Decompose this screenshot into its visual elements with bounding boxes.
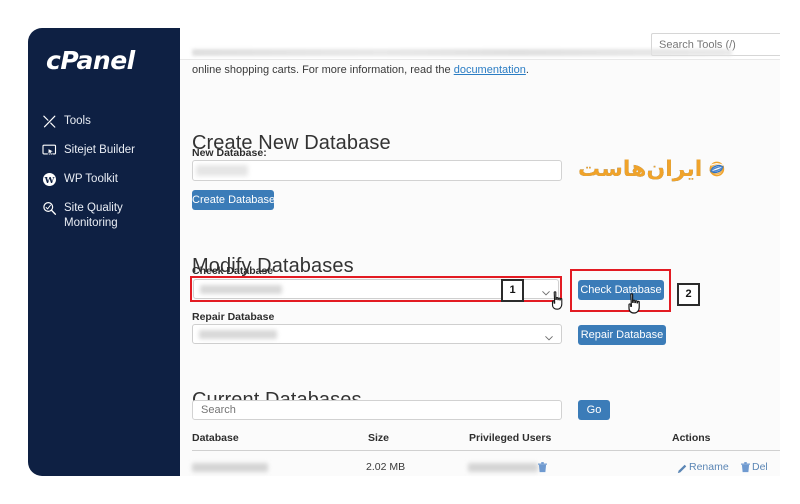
databases-table-header: Database Size Privileged Users Actions: [192, 432, 780, 451]
chevron-down-icon: [545, 329, 553, 341]
databases-search-go-button[interactable]: Go: [578, 400, 610, 420]
create-database-button[interactable]: Create Database: [192, 190, 275, 210]
check-database-selected-value: [200, 285, 282, 294]
rename-action-link[interactable]: Rename: [689, 461, 729, 473]
repair-database-select[interactable]: [192, 324, 562, 344]
intro-paragraph: online shopping carts. For more informat…: [192, 64, 529, 76]
delete-action-link[interactable]: Del: [752, 461, 768, 473]
sidebar: cPanel Tools Sitejet Builder W WP Toolki…: [28, 28, 180, 476]
column-header-users: Privileged Users: [469, 432, 552, 444]
cpanel-logo: cPanel: [46, 46, 135, 75]
sidebar-item-label: WP Toolkit: [64, 173, 118, 185]
check-database-button[interactable]: Check Database: [578, 280, 664, 300]
step-badge-2: 2: [677, 283, 700, 306]
trash-icon[interactable]: [741, 460, 750, 478]
right-gutter: [780, 0, 800, 504]
cpanel-databases-screen: online shopping carts. For more informat…: [0, 0, 800, 504]
wordpress-icon: W: [42, 172, 57, 187]
cell-database-name-blurred: [192, 463, 268, 472]
intro-text-after: .: [525, 64, 529, 76]
svg-text:W: W: [44, 176, 55, 186]
cell-size: 2.02 MB: [366, 461, 406, 473]
sidebar-item-label: Site Quality Monitoring: [64, 202, 123, 229]
cell-privileged-users-blurred: [468, 463, 538, 472]
sidebar-item-site-quality-monitoring[interactable]: Site Quality Monitoring: [42, 200, 168, 230]
tools-icon: [42, 114, 57, 129]
sidebar-item-label: Tools: [64, 115, 91, 127]
sidebar-item-wp-toolkit[interactable]: W WP Toolkit: [42, 171, 174, 187]
intro-text-line-blurred: [192, 49, 732, 56]
sidebar-item-tools[interactable]: Tools: [42, 113, 174, 129]
magnifier-icon: [42, 201, 57, 216]
pencil-icon[interactable]: [677, 461, 687, 479]
monitor-cursor-icon: [42, 143, 57, 158]
chevron-down-icon: [542, 284, 550, 296]
database-prefix-blurred: [196, 165, 248, 176]
documentation-link[interactable]: documentation: [454, 64, 526, 76]
new-database-label: New Database:: [192, 147, 267, 159]
sidebar-item-label: Sitejet Builder: [64, 144, 135, 156]
column-header-size: Size: [368, 432, 390, 444]
repair-database-label: Repair Database: [192, 311, 275, 323]
column-header-actions: Actions: [672, 432, 711, 444]
intro-text-before: online shopping carts. For more informat…: [192, 64, 454, 76]
repair-database-button[interactable]: Repair Database: [578, 325, 666, 345]
check-database-label: Check Database: [192, 265, 274, 277]
step-badge-1: 1: [501, 279, 524, 302]
sidebar-item-sitejet-builder[interactable]: Sitejet Builder: [42, 142, 174, 158]
repair-database-selected-value: [199, 330, 277, 339]
databases-search-input[interactable]: [192, 400, 562, 420]
column-header-database: Database: [192, 432, 239, 444]
delete-user-trash-icon[interactable]: [538, 460, 547, 478]
